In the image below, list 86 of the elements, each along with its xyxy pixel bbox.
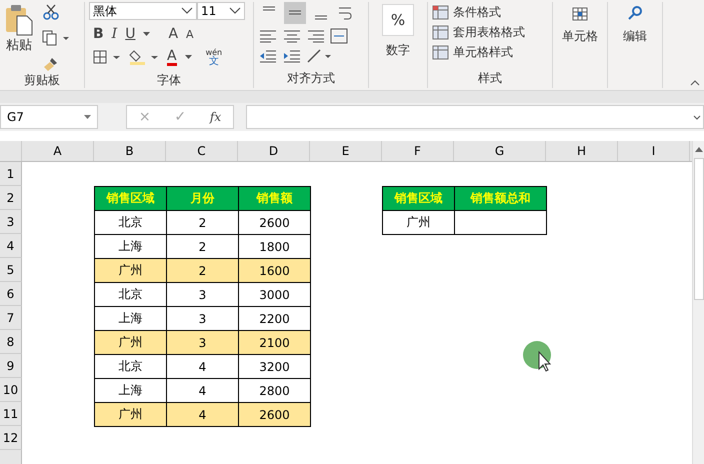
header-cell: 销售区域 [382,186,455,211]
header-cell: 销售额 [238,186,311,211]
row-header[interactable]: 10 [0,378,22,402]
scissors-icon[interactable] [42,4,60,20]
row-header[interactable]: 12 [0,426,22,450]
column-header[interactable]: H [546,141,618,161]
column-header[interactable]: C [166,141,238,161]
header-cell: 销售额总和 [454,186,547,211]
table-cell: 3 [166,330,239,355]
merge-cells-icon[interactable] [330,28,348,44]
column-header[interactable]: A [22,141,94,161]
font-size-dropdown[interactable]: 11 [197,2,245,20]
row-header[interactable]: 8 [0,330,22,354]
vertical-scrollbar[interactable] [692,141,704,464]
row-header[interactable]: 5 [0,258,22,282]
decrease-indent-icon[interactable] [258,49,278,63]
editing-button[interactable]: 编辑 [623,2,647,45]
insert-function-button[interactable]: fx [210,110,222,124]
header-cell: 销售区域 [94,186,167,211]
paintbrush-icon[interactable] [42,56,60,72]
collapse-ribbon-icon[interactable] [690,80,700,86]
row-header[interactable]: 11 [0,402,22,426]
group-label: 样式 [478,70,502,87]
chevron-icon [181,7,193,15]
increase-indent-icon[interactable] [282,49,302,63]
fill-bucket-icon[interactable] [129,48,159,66]
group-label: 剪贴板 [24,72,60,89]
paste-button[interactable]: 粘贴 [4,2,34,72]
chevron-icon [229,7,241,15]
table-cell: 广州 [382,210,455,235]
caret-icon[interactable] [143,32,150,36]
borders-icon[interactable] [93,50,121,64]
styles-menu-button[interactable]: 条件格式 [453,4,501,21]
table-cell: 广州 [94,330,167,355]
styles-menu-button[interactable]: 套用表格格式 [453,24,525,41]
table-cell: 1600 [238,258,311,283]
clipboard-icon [4,4,34,36]
column-header[interactable]: D [238,141,310,161]
styles-menu-button[interactable]: 单元格样式 [453,44,513,61]
caret-icon[interactable] [184,55,192,59]
copy-icon[interactable] [42,30,70,46]
table-cell: 广州 [94,402,167,427]
click-highlight-cursor-icon [522,340,552,374]
table-style-icon [432,24,450,40]
row-header[interactable]: 3 [0,210,22,234]
column-header[interactable]: G [454,141,546,161]
column-header[interactable]: F [382,141,454,161]
row-header[interactable]: 7 [0,306,22,330]
text-orientation-icon[interactable] [306,48,332,64]
name-box[interactable]: G7 [0,105,98,129]
search-icon [626,4,644,22]
table-cell: 2100 [238,330,311,355]
vertical-align-icon[interactable] [284,2,306,24]
italic-button[interactable]: I [112,26,118,42]
row-header[interactable]: 2 [0,186,22,210]
caret-icon [84,115,91,119]
bold-button[interactable]: B [93,26,104,42]
font-name-dropdown[interactable]: 黑体 [89,2,197,20]
table-cell: 2 [166,258,239,283]
group-label: 对齐方式 [287,70,335,87]
align-right-icon[interactable] [306,29,326,43]
row-header[interactable]: 4 [0,234,22,258]
table-style-icon [432,44,450,60]
table-cell: 4 [166,402,239,427]
formula-input[interactable] [246,105,704,129]
column-header[interactable]: I [618,141,690,161]
column-header[interactable]: B [94,141,166,161]
grow-font-button[interactable]: A [168,26,178,42]
row-header[interactable]: 1 [0,162,22,186]
cells-button[interactable]: 单元格 [562,2,598,45]
align-left-icon[interactable] [258,29,278,43]
table-cell: 广州 [94,258,167,283]
row-header[interactable]: 6 [0,282,22,306]
chevron-icon [693,114,701,120]
phonetic-guide-button[interactable]: wén 文 [206,48,222,66]
shrink-font-button[interactable]: A [186,28,194,40]
group-label: 字体 [157,72,181,89]
table-cell: 2600 [238,402,311,427]
table-style-icon [432,4,450,20]
align-center-icon[interactable] [282,29,302,43]
scroll-up-icon[interactable] [694,147,702,152]
font-color-button[interactable]: A [167,48,177,66]
column-header[interactable]: E [310,141,382,161]
row-header[interactable]: 9 [0,354,22,378]
underline-button[interactable]: U [125,26,136,42]
header-cell: 月份 [166,186,239,211]
